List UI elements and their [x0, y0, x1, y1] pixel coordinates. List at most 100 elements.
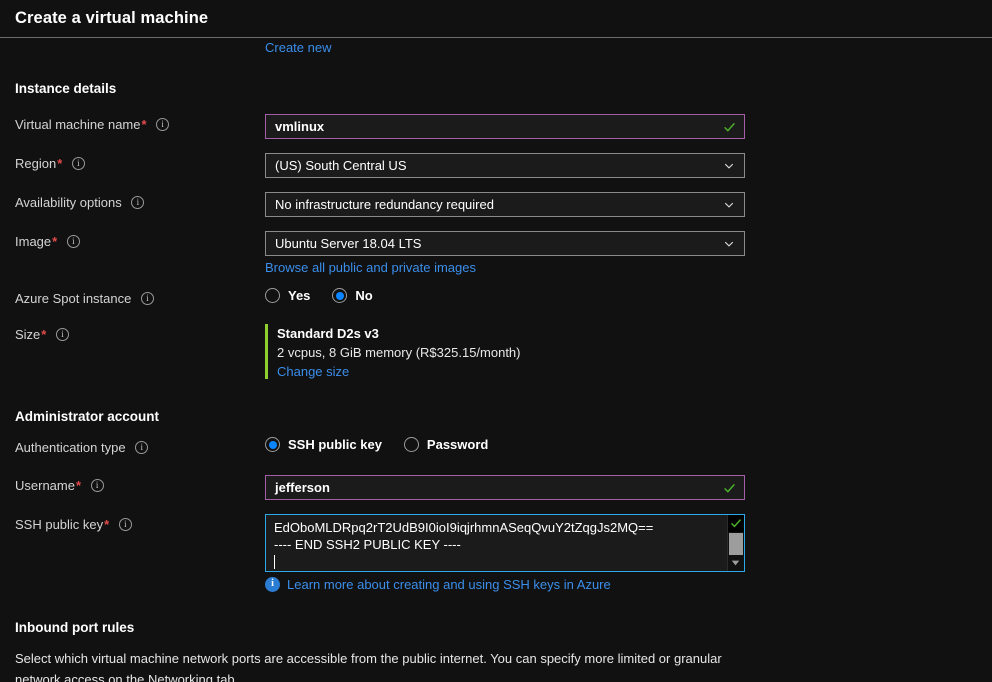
create-new-field: Create new [265, 40, 992, 55]
info-icon[interactable] [118, 518, 132, 531]
required-star: * [104, 517, 110, 532]
vm-name-row: Virtual machine name* vmlinux [0, 114, 992, 139]
ssh-key-textarea[interactable]: EdOboMLDRpq2rT2UdB9I0ioI9iqjrhmnASeqQvuY… [265, 514, 745, 572]
info-icon[interactable] [140, 292, 154, 305]
info-icon[interactable] [55, 328, 69, 341]
required-star: * [75, 478, 82, 493]
image-label-text: Image [15, 234, 52, 249]
administrator-account-heading: Administrator account [15, 409, 160, 424]
region-label-text: Region [15, 156, 57, 171]
spacer-label [15, 40, 265, 43]
ssh-learn-more-link[interactable]: Learn more about creating and using SSH … [287, 577, 611, 592]
spot-radio-no[interactable]: No [332, 288, 373, 303]
info-icon[interactable] [71, 157, 85, 170]
ssh-key-row: SSH public key* EdOboMLDRpq2rT2UdB9I0ioI… [0, 514, 992, 592]
username-value: jefferson [275, 480, 330, 495]
region-row: Region* (US) South Central US [0, 153, 992, 178]
inbound-port-rules-heading: Inbound port rules [15, 620, 135, 635]
scrollbar-thumb[interactable] [729, 533, 743, 555]
valid-check-icon [730, 519, 742, 528]
size-row: Size* Standard D2s v3 2 vcpus, 8 GiB mem… [0, 324, 992, 379]
instance-details-heading: Instance details [15, 81, 117, 96]
chevron-down-icon [724, 202, 734, 208]
image-value: Ubuntu Server 18.04 LTS [275, 236, 422, 251]
info-icon[interactable] [66, 235, 80, 248]
spot-instance-row: Azure Spot instance Yes No [0, 288, 992, 307]
username-input[interactable]: jefferson [265, 475, 745, 500]
region-field: (US) South Central US [265, 153, 992, 178]
spot-instance-label: Azure Spot instance [15, 288, 265, 307]
vm-name-input[interactable]: vmlinux [265, 114, 745, 139]
availability-field: No infrastructure redundancy required [265, 192, 992, 217]
window-title-bar: Create a virtual machine [0, 0, 992, 38]
spot-instance-field: Yes No [265, 288, 992, 303]
ssh-key-label: SSH public key* [15, 514, 265, 533]
vm-name-value: vmlinux [275, 119, 325, 134]
availability-row: Availability options No infrastructure r… [0, 192, 992, 217]
radio-unselected-icon [265, 288, 280, 303]
change-size-link[interactable]: Change size [277, 364, 349, 379]
availability-label: Availability options [15, 192, 265, 211]
ssh-key-field: EdOboMLDRpq2rT2UdB9I0ioI9iqjrhmnASeqQvuY… [265, 514, 992, 592]
info-icon[interactable] [90, 479, 104, 492]
page-title: Create a virtual machine [15, 9, 209, 27]
size-label: Size* [15, 324, 265, 343]
radio-selected-icon [332, 288, 348, 303]
radio-selected-icon [265, 437, 280, 452]
ssh-key-scrollbar[interactable] [727, 515, 744, 571]
required-star: * [52, 234, 58, 249]
valid-check-icon [724, 483, 735, 493]
inbound-port-rules-description: Select which virtual machine network por… [15, 651, 722, 682]
radio-unselected-icon [403, 437, 419, 452]
auth-radio-password-label: Password [426, 437, 489, 452]
username-row: Username* jefferson [0, 475, 992, 500]
auth-type-label: Authentication type [15, 437, 265, 456]
availability-value: No infrastructure redundancy required [275, 197, 494, 212]
info-icon[interactable] [131, 196, 145, 209]
size-label-text: Size [15, 327, 41, 342]
size-name: Standard D2s v3 [277, 326, 379, 341]
spot-radio-group: Yes No [265, 288, 992, 303]
required-star: * [141, 117, 147, 132]
auth-type-label-text: Authentication type [15, 440, 126, 455]
ssh-key-label-text: SSH public key [15, 517, 104, 532]
info-circle-icon [265, 576, 280, 592]
region-value: (US) South Central US [275, 158, 407, 173]
ssh-key-line-1: EdOboMLDRpq2rT2UdB9I0ioI9iqjrhmnASeqQvuY… [274, 520, 654, 535]
auth-radio-ssh-label: SSH public key [288, 437, 382, 452]
required-star: * [41, 327, 47, 342]
info-icon[interactable] [135, 441, 149, 454]
username-field: jefferson [265, 475, 992, 500]
size-description: 2 vcpus, 8 GiB memory (R$325.15/month) [277, 345, 521, 360]
region-select[interactable]: (US) South Central US [265, 153, 745, 178]
username-label: Username* [15, 475, 265, 494]
auth-type-row: Authentication type SSH public key Passw… [0, 437, 992, 456]
vm-name-field: vmlinux [265, 114, 992, 139]
form-body: Create new Instance details Virtual mach… [0, 40, 992, 682]
valid-check-icon [724, 122, 735, 132]
create-new-link[interactable]: Create new [265, 40, 331, 55]
image-select[interactable]: Ubuntu Server 18.04 LTS [265, 231, 745, 256]
size-summary-box: Standard D2s v3 2 vcpus, 8 GiB memory (R… [265, 324, 992, 379]
ssh-key-content: EdOboMLDRpq2rT2UdB9I0ioI9iqjrhmnASeqQvuY… [266, 515, 744, 570]
browse-images-link[interactable]: Browse all public and private images [265, 260, 476, 275]
auth-radio-password[interactable]: Password [403, 437, 489, 452]
image-field: Ubuntu Server 18.04 LTS Browse all publi… [265, 231, 992, 275]
vm-name-label: Virtual machine name* [15, 114, 265, 133]
scrollbar-down-button[interactable] [728, 555, 744, 570]
create-new-row: Create new [0, 40, 992, 55]
auth-type-field: SSH public key Password [265, 437, 992, 452]
info-icon[interactable] [156, 118, 170, 131]
text-caret [274, 555, 275, 569]
auth-type-radio-group: SSH public key Password [265, 437, 992, 452]
auth-radio-ssh[interactable]: SSH public key [265, 437, 382, 452]
spot-radio-no-label: No [355, 288, 373, 303]
availability-select[interactable]: No infrastructure redundancy required [265, 192, 745, 217]
spot-radio-yes[interactable]: Yes [265, 288, 310, 303]
ssh-key-line-2: ---- END SSH2 PUBLIC KEY ---- [274, 537, 461, 552]
username-label-text: Username [15, 478, 75, 493]
region-label: Region* [15, 153, 265, 172]
spot-radio-yes-label: Yes [288, 288, 311, 303]
image-label: Image* [15, 231, 265, 250]
chevron-down-icon [724, 163, 734, 169]
